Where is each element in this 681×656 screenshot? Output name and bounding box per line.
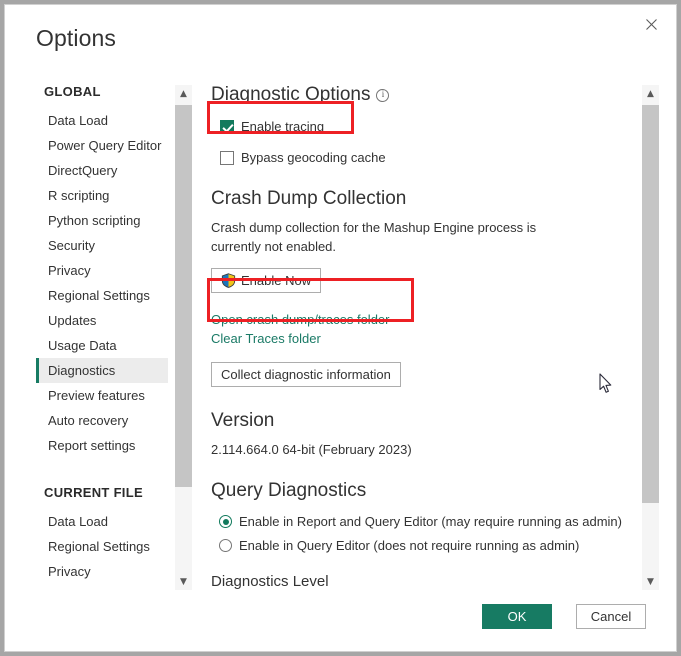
radio-enable-report-and-query-editor[interactable]: Enable in Report and Query Editor (may r… [219, 514, 636, 529]
sidebar-item-updates[interactable]: Updates [36, 308, 168, 333]
sidebar-group-current-file-label: CURRENT FILE [44, 485, 143, 500]
scrollbar-thumb[interactable] [175, 105, 192, 487]
sidebar-item-file-auto-recovery[interactable]: Auto recovery [36, 584, 168, 590]
sidebar-item-diagnostics[interactable]: Diagnostics [36, 358, 168, 383]
scrollbar-thumb[interactable] [642, 105, 659, 503]
sidebar-item-r-scripting[interactable]: R scripting [36, 183, 168, 208]
sidebar-item-directquery[interactable]: DirectQuery [36, 158, 168, 183]
sidebar-item-privacy[interactable]: Privacy [36, 258, 168, 283]
query-diagnostics-heading: Query Diagnostics [211, 480, 367, 501]
sidebar-group-global-label: GLOBAL [44, 84, 101, 99]
sidebar-item-file-data-load[interactable]: Data Load [36, 509, 168, 534]
collect-diagnostic-information-label: Collect diagnostic information [221, 367, 391, 382]
radio-label: Enable in Query Editor (does not require… [239, 538, 580, 553]
version-value: 2.114.664.0 64-bit (February 2023) [211, 442, 412, 457]
clear-traces-folder-link[interactable]: Clear Traces folder [211, 329, 321, 348]
sidebar-item-power-query-editor[interactable]: Power Query Editor [36, 133, 168, 158]
content-scrollbar[interactable]: ▲ ▼ [642, 85, 659, 590]
enable-now-button[interactable]: Enable Now [211, 268, 322, 293]
diagnostic-options-heading: Diagnostic Options [211, 84, 371, 105]
content-pane: Diagnostic Options Enable tracing Bypass… [211, 77, 636, 592]
dialog-footer: OK Cancel [5, 593, 676, 651]
page-title: Options [36, 25, 116, 51]
scroll-down-icon[interactable]: ▼ [642, 573, 659, 590]
ok-button[interactable]: OK [482, 604, 552, 629]
sidebar-item-usage-data[interactable]: Usage Data [36, 333, 168, 358]
scroll-up-icon[interactable]: ▲ [642, 85, 659, 102]
scroll-up-icon[interactable]: ▲ [175, 85, 192, 102]
sidebar-item-security[interactable]: Security [36, 233, 168, 258]
checkbox-icon[interactable] [220, 150, 234, 165]
diagnostics-level-heading: Diagnostics Level [211, 573, 329, 590]
info-icon[interactable] [376, 88, 390, 102]
bypass-geocoding-checkbox-row[interactable]: Bypass geocoding cache [220, 150, 636, 165]
sidebar-item-python-scripting[interactable]: Python scripting [36, 208, 168, 233]
radio-enable-query-editor[interactable]: Enable in Query Editor (does not require… [219, 538, 636, 553]
scroll-down-icon[interactable]: ▼ [175, 573, 192, 590]
dialog-title-bar: Options [5, 5, 676, 67]
enable-now-label: Enable Now [241, 273, 312, 288]
bypass-geocoding-label: Bypass geocoding cache [241, 150, 386, 165]
sidebar-item-auto-recovery[interactable]: Auto recovery [36, 408, 168, 433]
options-dialog: Options GLOBAL Data Load Power Query Edi… [4, 4, 677, 652]
enable-tracing-checkbox-row[interactable]: Enable tracing [220, 119, 636, 134]
radio-icon[interactable] [219, 539, 232, 552]
radio-label: Enable in Report and Query Editor (may r… [239, 514, 622, 529]
sidebar-item-preview-features[interactable]: Preview features [36, 383, 168, 408]
crash-dump-heading: Crash Dump Collection [211, 188, 407, 209]
sidebar-scrollbar[interactable]: ▲ ▼ [175, 85, 192, 590]
close-icon[interactable] [634, 9, 668, 39]
cancel-button[interactable]: Cancel [576, 604, 646, 629]
checkbox-icon[interactable] [220, 119, 234, 134]
sidebar-item-regional-settings[interactable]: Regional Settings [36, 283, 168, 308]
open-crash-dump-folder-link[interactable]: Open crash dump/traces folder [211, 310, 389, 329]
sidebar-item-file-regional-settings[interactable]: Regional Settings [36, 534, 168, 559]
version-heading: Version [211, 410, 275, 431]
sidebar-item-report-settings[interactable]: Report settings [36, 433, 168, 458]
diagnostic-options-heading-row: Diagnostic Options [211, 83, 636, 107]
crash-dump-description: Crash dump collection for the Mashup Eng… [211, 220, 537, 254]
sidebar: GLOBAL Data Load Power Query Editor Dire… [36, 80, 168, 590]
shield-icon [221, 273, 236, 288]
sidebar-item-data-load[interactable]: Data Load [36, 108, 168, 133]
enable-tracing-label: Enable tracing [241, 119, 325, 134]
collect-diagnostic-information-button[interactable]: Collect diagnostic information [211, 362, 401, 387]
sidebar-item-file-privacy[interactable]: Privacy [36, 559, 168, 584]
radio-icon[interactable] [219, 515, 232, 528]
